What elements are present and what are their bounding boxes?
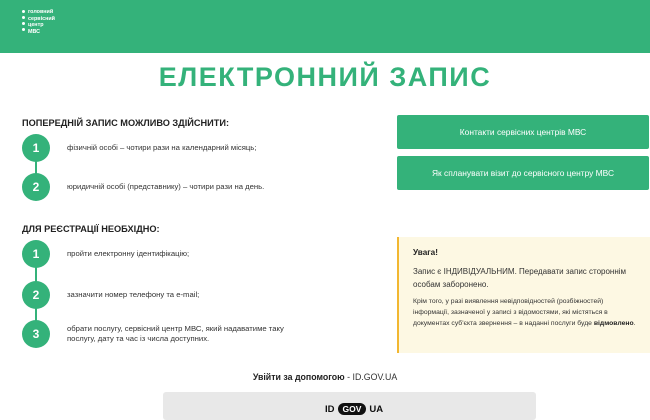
warning-title: Увага! [413,248,438,257]
booking-step-1: 1 фізичній особі – чотири рази на календ… [22,134,302,162]
step-text: фізичній особі – чотири рази на календар… [67,143,257,152]
id-logo-part: UA [369,403,384,415]
step-number: 1 [22,240,50,268]
warning-details-text: Крім того, у разі виявлення невідповідно… [413,298,608,327]
registration-step-2: 2 зазначити номер телефону та e-mail; [22,281,302,309]
login-separator: - [344,372,353,382]
warning-box: Увага! Запис є ІНДИВІДУАЛЬНИМ. Передават… [397,237,650,353]
warning-emphasis: відмовлено [593,319,634,327]
step-number: 2 [22,281,50,309]
warning-details-end: . [633,319,636,327]
id-logo-gov: GOV [337,403,367,415]
login-caption: Увійти за допомогою - ID.GOV.UA [0,372,650,382]
booking-step-2: 2 юридичній особі (представнику) – чотир… [22,173,302,201]
page-title: ЕЛЕКТРОННИЙ ЗАПИС [158,62,492,92]
plan-visit-button[interactable]: Як спланувати візит до сервісного центру… [397,156,649,190]
id-gov-logo: ID GOV UA [325,403,383,415]
warning-text: Запис є ІНДИВІДУАЛЬНИМ. Передавати запис… [413,267,627,289]
logo[interactable]: головний сервісний центр МВС [22,9,55,35]
id-logo-part: ID [325,403,335,415]
step-number: 1 [22,134,50,162]
step-text: пройти електронну ідентифікацію; [67,249,190,258]
contacts-button[interactable]: Контакти сервісних центрів МВС [397,115,649,149]
logo-line: сервісний [28,15,55,22]
logo-line: МВС [28,28,41,35]
logo-line: центр [28,22,44,29]
step-text: юридичній особі (представнику) – чотири … [67,182,265,191]
registration-step-3: 3 обрати послугу, сервісний центр МВС, я… [22,320,302,348]
site-header: головний сервісний центр МВС [0,0,650,53]
logo-line: головний [28,9,54,15]
booking-heading: ПОПЕРЕДНІЙ ЗАПИС МОЖЛИВО ЗДІЙСНИТИ: [22,118,230,128]
step-number: 2 [22,173,50,201]
registration-step-1: 1 пройти електронну ідентифікацію; [22,240,302,268]
registration-heading: ДЛЯ РЕЄСТРАЦІЇ НЕОБХІДНО: [22,224,160,234]
warning-details: Крім того, у разі виявлення невідповідно… [413,297,640,329]
logo-dots-icon [22,9,25,35]
step-text: обрати послугу, сервісний центр МВС, яки… [67,324,284,343]
logo-text: головний сервісний центр МВС [28,9,55,35]
step-text: зазначити номер телефону та e-mail; [67,290,200,299]
login-service: ID.GOV.UA [352,372,398,382]
login-label: Увійти за допомогою [252,372,345,382]
id-gov-login-button[interactable]: ID GOV UA [163,392,536,420]
step-number: 3 [22,320,50,348]
